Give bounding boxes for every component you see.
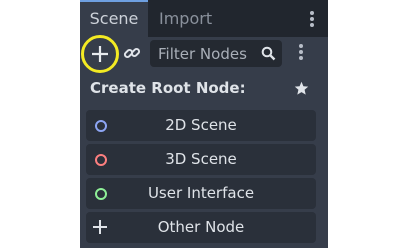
scene-2d-button[interactable]: 2D Scene — [86, 110, 316, 141]
tab-import[interactable]: Import — [159, 0, 212, 37]
other-node-label: Other Node — [157, 218, 245, 236]
scene-2d-label: 2D Scene — [165, 116, 237, 134]
user-interface-button[interactable]: User Interface — [86, 178, 316, 209]
scene-3d-label: 3D Scene — [165, 150, 237, 168]
tab-options-icon[interactable] — [306, 9, 318, 29]
filter-nodes-input[interactable] — [158, 40, 258, 67]
create-root-heading: Create Root Node: — [90, 79, 246, 97]
scene-menu-icon[interactable] — [296, 42, 306, 66]
dock-tab-bar: Scene Import — [80, 0, 328, 37]
search-icon — [261, 46, 276, 61]
plus-icon — [92, 46, 108, 62]
user-interface-label: User Interface — [147, 184, 255, 202]
add-node-button[interactable] — [81, 35, 119, 73]
tab-scene[interactable]: Scene — [80, 0, 148, 37]
scene-3d-button[interactable]: 3D Scene — [86, 144, 316, 175]
star-icon[interactable] — [294, 81, 309, 96]
other-node-button[interactable]: Other Node — [86, 212, 316, 243]
filter-nodes-field[interactable] — [150, 40, 282, 67]
link-icon[interactable] — [122, 43, 142, 63]
